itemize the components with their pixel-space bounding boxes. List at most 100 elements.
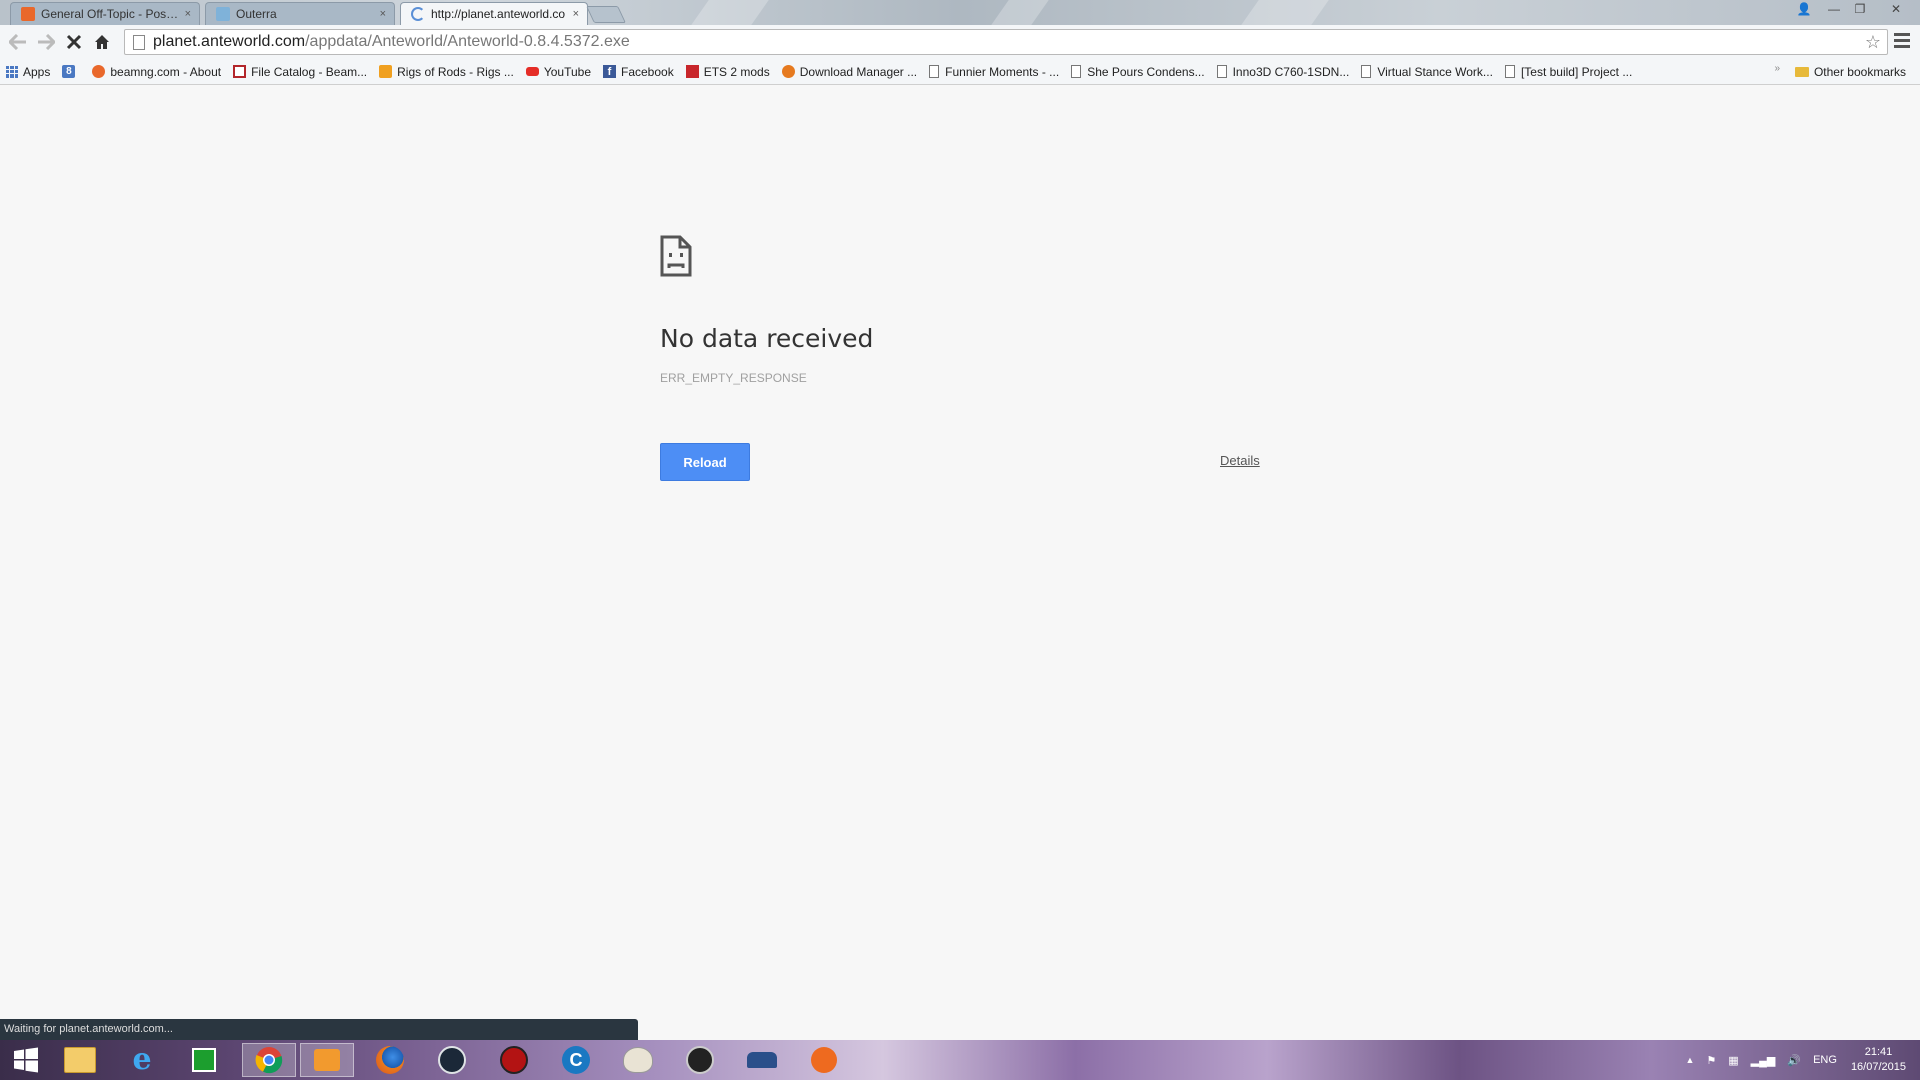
system-tray: ▲ ⚑ ▦ ▂▄▆ 🔊 ENG 21:41 16/07/2015	[1679, 1040, 1920, 1080]
bookmarks-overflow-chevron-icon[interactable]: »	[1774, 63, 1780, 74]
bookmark-beamng-about[interactable]: beamng.com - About	[86, 59, 227, 84]
bookmark-rigs-of-rods[interactable]: Rigs of Rods - Rigs ...	[373, 59, 520, 84]
tab-general-off-topic[interactable]: General Off-Topic - Post R ×	[10, 2, 200, 25]
outerra-favicon-icon	[216, 7, 230, 21]
chrome-menu-button[interactable]	[1894, 33, 1910, 51]
network-signal-icon[interactable]: ▂▄▆	[1751, 1054, 1776, 1067]
red-app-icon[interactable]	[490, 1043, 538, 1077]
bookmark-apps[interactable]: Apps	[0, 59, 56, 84]
bookmark-label: File Catalog - Beam...	[251, 64, 368, 79]
tab-close-icon[interactable]: ×	[573, 8, 579, 20]
bookmark-label: Apps	[23, 64, 51, 79]
apps-grid-icon	[6, 65, 18, 78]
file-explorer-icon[interactable]	[56, 1043, 104, 1077]
forward-arrow-icon	[38, 34, 55, 50]
obs-icon[interactable]	[676, 1043, 724, 1077]
windows-store-icon[interactable]	[180, 1043, 228, 1077]
bookmark-youtube[interactable]: YouTube	[520, 59, 597, 84]
bookmark-label: Rigs of Rods - Rigs ...	[397, 64, 514, 79]
url-host: planet.anteworld.com	[153, 33, 306, 50]
page-icon	[1504, 65, 1515, 78]
steam-icon[interactable]	[428, 1043, 476, 1077]
firefox-icon[interactable]	[366, 1043, 414, 1077]
close-window-button[interactable]: ✕	[1876, 0, 1916, 18]
profile-icon[interactable]: 👤	[1790, 0, 1818, 18]
titlebar-decoration	[1241, 0, 1329, 25]
internet-explorer-icon[interactable]: e	[118, 1043, 166, 1077]
file-catalog-icon	[233, 65, 247, 78]
minimize-button[interactable]: —	[1820, 0, 1848, 18]
bookmark-label: Other bookmarks	[1813, 64, 1906, 79]
bookmark-test-build[interactable]: [Test build] Project ...	[1499, 59, 1638, 84]
tab-anteworld[interactable]: http://planet.anteworld.co ×	[400, 2, 588, 25]
clock-time: 21:41	[1864, 1046, 1893, 1058]
sad-document-icon	[660, 235, 692, 277]
chrome-taskbar-icon[interactable]	[242, 1043, 296, 1077]
details-link[interactable]: Details	[1220, 453, 1260, 468]
language-indicator[interactable]: ENG	[1813, 1054, 1837, 1066]
bookmark-label: YouTube	[543, 64, 591, 79]
ets2-icon	[685, 65, 699, 78]
bookmark-funnier-moments[interactable]: Funnier Moments - ...	[923, 59, 1065, 84]
media-player-icon[interactable]	[300, 1043, 354, 1077]
stop-loading-button[interactable]	[60, 28, 88, 56]
reload-button[interactable]: Reload	[660, 443, 750, 481]
page-icon	[1071, 65, 1082, 78]
bookmark-label: Funnier Moments - ...	[945, 64, 1060, 79]
folder-icon	[1794, 66, 1809, 77]
download-manager-icon	[781, 65, 795, 78]
system-clock[interactable]: 21:41 16/07/2015	[1851, 1045, 1906, 1075]
facebook-icon: f	[603, 65, 616, 78]
address-bar[interactable]: planet.anteworld.com/appdata/Anteworld/A…	[124, 29, 1888, 55]
tab-title: http://planet.anteworld.co	[431, 7, 566, 21]
chrome-icon	[255, 1047, 283, 1074]
volume-icon[interactable]: 🔊	[1787, 1054, 1801, 1067]
page-icon	[1216, 65, 1227, 78]
bookmark-file-catalog[interactable]: File Catalog - Beam...	[227, 59, 373, 84]
bookmark-download-manager[interactable]: Download Manager ...	[776, 59, 923, 84]
show-hidden-icons-arrow-icon[interactable]: ▲	[1685, 1055, 1694, 1065]
tab-title: Outerra	[236, 7, 277, 21]
browser-toolbar: planet.anteworld.com/appdata/Anteworld/A…	[0, 25, 1920, 59]
bookmark-she-pours[interactable]: She Pours Condens...	[1065, 59, 1210, 84]
tab-close-icon[interactable]: ×	[380, 8, 386, 20]
forward-button[interactable]	[32, 28, 60, 56]
restore-button[interactable]: ❐	[1846, 0, 1874, 18]
home-icon	[95, 35, 109, 49]
page-icon	[1361, 65, 1372, 78]
home-button[interactable]	[88, 28, 116, 56]
ccleaner-icon[interactable]: C	[552, 1043, 600, 1077]
action-center-flag-icon[interactable]: ⚑	[1706, 1054, 1716, 1067]
bookmark-label: Inno3D C760-1SDN...	[1232, 64, 1350, 79]
bookmark-inno3d[interactable]: Inno3D C760-1SDN...	[1211, 59, 1356, 84]
bookmark-label: ETS 2 mods	[703, 64, 770, 79]
start-button[interactable]	[2, 1043, 50, 1077]
bookmark-facebook[interactable]: f Facebook	[597, 59, 680, 84]
bookmarks-bar: Apps 8 beamng.com - About File Catalog -…	[0, 59, 1920, 85]
tab-title: General Off-Topic - Post R	[41, 7, 179, 21]
windows-update-icon[interactable]: ▦	[1728, 1054, 1738, 1067]
google-plus-icon: 8	[62, 65, 76, 78]
orange-app-icon[interactable]	[800, 1043, 848, 1077]
windows-logo-icon	[14, 1047, 38, 1073]
car-game-icon[interactable]	[738, 1043, 786, 1077]
rigs-of-rods-icon	[379, 65, 393, 78]
page-icon	[133, 34, 145, 50]
bookmark-label: Download Manager ...	[799, 64, 918, 79]
bookmark-star-icon[interactable]: ☆	[1865, 32, 1881, 53]
bookmark-google-plus[interactable]: 8	[56, 59, 86, 84]
bookmark-other-bookmarks[interactable]: Other bookmarks	[1789, 59, 1912, 84]
tab-close-icon[interactable]: ×	[185, 8, 191, 20]
clock-date: 16/07/2015	[1850, 1061, 1906, 1073]
new-tab-button[interactable]	[586, 6, 626, 23]
bookmark-ets2-mods[interactable]: ETS 2 mods	[680, 59, 776, 84]
tab-outerra[interactable]: Outerra ×	[205, 2, 395, 25]
bookmark-label: She Pours Condens...	[1087, 64, 1205, 79]
status-bubble: Waiting for planet.anteworld.com...	[0, 1019, 638, 1040]
bookmark-virtual-stance[interactable]: Virtual Stance Work...	[1355, 59, 1499, 84]
paint-icon[interactable]	[614, 1043, 662, 1077]
stop-x-icon	[66, 34, 82, 50]
back-button[interactable]	[4, 28, 32, 56]
bookmark-label: beamng.com - About	[110, 64, 222, 79]
windows-taskbar: e C ▲ ⚑ ▦ ▂▄▆ 🔊 ENG 21:41 16/07/2015	[0, 1040, 1920, 1080]
